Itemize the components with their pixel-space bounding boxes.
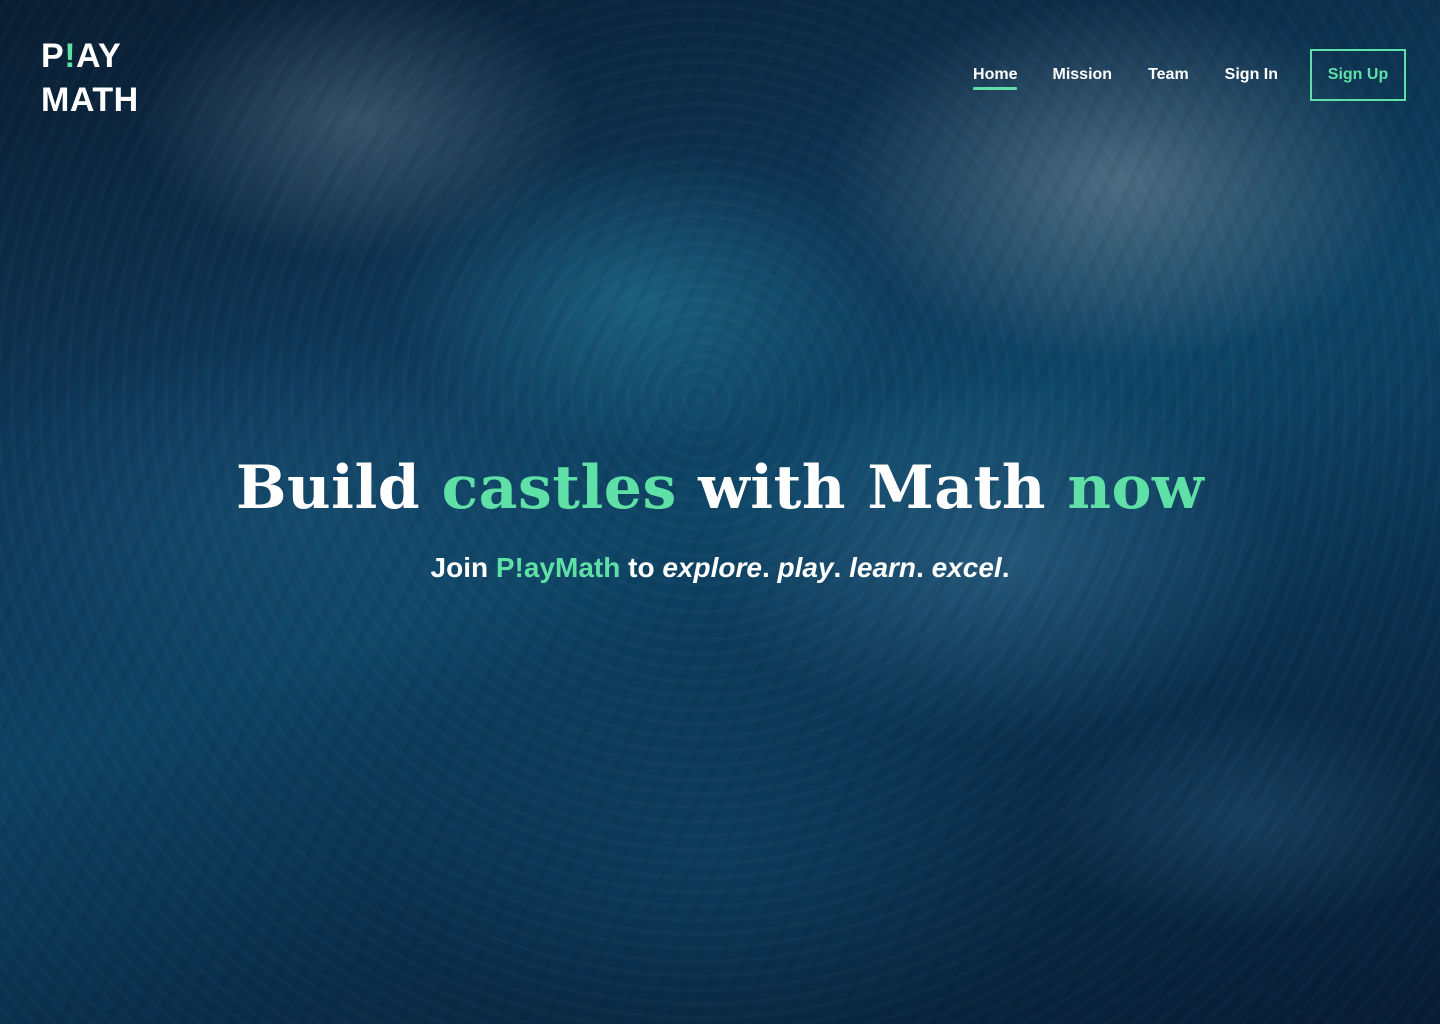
hero-title: Build castles with Math now xyxy=(0,448,1440,528)
logo-text-p: P xyxy=(41,37,65,75)
hero-subtitle-mid: to xyxy=(620,552,663,583)
nav-sign-in-link[interactable]: Sign In xyxy=(1207,49,1296,101)
hero-word-learn: learn xyxy=(849,552,917,583)
hero-title-accent-castles: castles xyxy=(441,453,677,523)
logo-line-2: MATH xyxy=(41,81,139,119)
hero-separator: . xyxy=(833,552,842,583)
logo-exclamation: ! xyxy=(64,37,77,75)
hero-word-play: play xyxy=(777,552,834,583)
logo[interactable]: P!AY MATH xyxy=(41,34,139,122)
main-nav: Home Mission Team Sign In Sign Up xyxy=(955,49,1406,101)
sign-up-button[interactable]: Sign Up xyxy=(1310,49,1406,101)
hero-section: Build castles with Math now Join P!ayMat… xyxy=(0,448,1440,586)
hero-separator: . xyxy=(761,552,770,583)
nav-home-link[interactable]: Home xyxy=(955,49,1034,101)
hero-subtitle-prefix: Join xyxy=(430,552,496,583)
hero-word-excel: excel xyxy=(931,552,1002,583)
hero-title-part-1: Build xyxy=(235,453,442,523)
hero-title-part-2: with Math xyxy=(676,453,1068,523)
hero-separator: . xyxy=(916,552,924,583)
logo-line-1: P!AY xyxy=(41,34,139,78)
hero-subtitle-brand: P!ayMath xyxy=(495,552,621,583)
hero-subtitle: Join P!ayMath to explore. play. learn. e… xyxy=(0,550,1440,586)
nav-mission-link[interactable]: Mission xyxy=(1035,49,1131,101)
logo-text-ay: AY xyxy=(76,37,122,75)
hero-separator: . xyxy=(1001,552,1010,583)
hero-title-accent-now: now xyxy=(1067,453,1205,523)
nav-team-link[interactable]: Team xyxy=(1130,49,1207,101)
hero-word-explore: explore xyxy=(662,552,762,583)
